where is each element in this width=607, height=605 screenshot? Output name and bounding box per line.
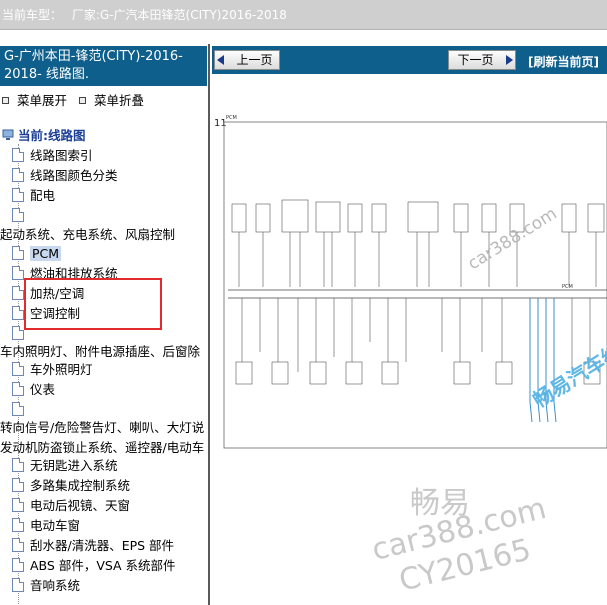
tree-item-13[interactable]: [12, 400, 30, 420]
tree-item-label-selected: PCM: [30, 246, 62, 261]
document-icon: [12, 326, 24, 340]
tree-item-label: 车外照明灯: [30, 362, 93, 377]
wiring-diagram: PCM PCM: [223, 115, 607, 449]
tree-folder-label: 车内照明灯、附件电源插座、后窗除: [0, 344, 201, 359]
left-pane: G-广州本田-锋范(CITY)-2016-2018- 线路图. 菜单展开 菜单折…: [0, 44, 210, 605]
tree-item-16[interactable]: 无钥匙进入系统: [12, 456, 118, 476]
menu-ops: 菜单展开 菜单折叠: [2, 90, 152, 109]
collapse-menu-button[interactable]: 菜单折叠: [79, 90, 144, 109]
expand-icon: [2, 97, 9, 104]
document-icon: [12, 306, 24, 320]
document-icon: [12, 578, 24, 592]
tree-item-1[interactable]: 线路图颜色分类: [12, 166, 118, 186]
tree-item-label: 音响系统: [30, 578, 81, 593]
prev-page-button[interactable]: 上一页: [214, 50, 280, 70]
tree-folder-10[interactable]: 车内照明灯、附件电源插座、后窗除: [0, 342, 200, 362]
tree-item-pcm[interactable]: PCM: [12, 244, 62, 264]
collapse-label: 菜单折叠: [94, 93, 145, 108]
model-value: 厂家:G-广汽本田锋范(CITY)2016-2018: [71, 8, 287, 22]
refresh-page-link[interactable]: [刷新当前页]: [528, 53, 599, 70]
document-icon: [12, 362, 24, 376]
tree-item-label: 仪表: [30, 382, 56, 397]
expand-label: 菜单展开: [17, 93, 68, 108]
tree-item-21[interactable]: ABS 部件，VSA 系统部件: [12, 556, 176, 576]
arrow-right-icon: [506, 55, 513, 65]
tree-item-3[interactable]: [12, 206, 30, 226]
document-icon: [12, 286, 24, 300]
expand-menu-button[interactable]: 菜单展开: [2, 90, 67, 109]
pcm-bus: PCM: [228, 284, 607, 299]
connector-group-bottom: [235, 361, 601, 385]
tree-item-label: 电动后视镜、天窗: [30, 498, 131, 513]
document-icon: [12, 246, 24, 260]
connector-group-top: [231, 199, 605, 233]
tree-folder-label: 发动机防盗锁止系统、遥控器/电动车: [0, 440, 205, 455]
tree-folder-14[interactable]: 转向信号/危险警告灯、喇叭、大灯说: [0, 418, 204, 438]
tree-item-22[interactable]: 音响系统: [12, 576, 80, 596]
document-icon: [12, 558, 24, 572]
arrow-left-icon: [217, 55, 224, 65]
right-pane: 上一页 下一页 [刷新当前页] 11 PCM PCM car388.com 畅易…: [212, 44, 607, 605]
tree-folder-15[interactable]: 发动机防盗锁止系统、遥控器/电动车: [0, 438, 204, 458]
tree-root-label: 当前:线路图: [18, 128, 86, 143]
document-icon: [12, 402, 24, 416]
tree-folder-label: 起动系统、充电系统、风扇控制: [0, 227, 176, 242]
document-icon: [12, 382, 24, 396]
prev-page-label: 上一页: [236, 53, 273, 67]
tree-root[interactable]: 当前:线路图: [2, 126, 86, 146]
tree-item-18[interactable]: 电动后视镜、天窗: [12, 496, 130, 516]
tree-item-label: 电动车窗: [30, 518, 81, 533]
diagram-frame: [223, 121, 607, 449]
next-page-label: 下一页: [457, 53, 494, 67]
tree-item-label: ABS 部件，VSA 系统部件: [30, 558, 176, 573]
highlight-box: [24, 278, 162, 330]
left-pane-title: G-广州本田-锋范(CITY)-2016-2018- 线路图.: [0, 46, 207, 86]
tree-folder-label: 转向信号/危险警告灯、喇叭、大灯说: [0, 420, 205, 435]
document-icon: [12, 168, 24, 182]
tree-item-label: 配电: [30, 188, 56, 203]
tree-item-12[interactable]: 仪表: [12, 380, 55, 400]
tree-item-2[interactable]: 配电: [12, 186, 55, 206]
document-icon: [12, 478, 24, 492]
tree-item-label: 无钥匙进入系统: [30, 458, 118, 473]
document-icon: [12, 498, 24, 512]
document-icon: [12, 148, 24, 162]
model-label-row: 当前车型： 厂家:G-广汽本田锋范(CITY)2016-2018: [2, 6, 293, 23]
tree-item-20[interactable]: 刮水器/清洗器、EPS 部件: [12, 536, 174, 556]
tree-item-label: 线路图索引: [30, 148, 93, 163]
tree-item-label: 线路图颜色分类: [30, 168, 118, 183]
tree-item-11[interactable]: 车外照明灯: [12, 360, 93, 380]
document-icon: [12, 538, 24, 552]
wires-vertical: [238, 232, 597, 287]
document-icon: [12, 208, 24, 222]
document-icon: [12, 266, 24, 280]
model-bar: 当前车型： 厂家:G-广汽本田锋范(CITY)2016-2018: [0, 0, 607, 30]
page-nav-bar: 上一页 下一页 [刷新当前页]: [212, 46, 607, 74]
tree-item-0[interactable]: 线路图索引: [12, 146, 93, 166]
document-icon: [12, 188, 24, 202]
next-page-button[interactable]: 下一页: [448, 50, 516, 70]
document-icon: [12, 458, 24, 472]
tree-item-label: 刮水器/清洗器、EPS 部件: [30, 538, 175, 553]
tree-item-19[interactable]: 电动车窗: [12, 516, 80, 536]
pcm-bus-label: PCM: [562, 284, 573, 290]
model-label: 当前车型：: [2, 8, 63, 22]
tree-item-label: 多路集成控制系统: [30, 478, 131, 493]
document-icon: [12, 518, 24, 532]
collapse-icon: [79, 97, 86, 104]
tree-item-17[interactable]: 多路集成控制系统: [12, 476, 130, 496]
tree-folder-4[interactable]: 起动系统、充电系统、风扇控制: [0, 225, 175, 245]
wires-highlighted: [529, 298, 557, 423]
computer-icon: [2, 127, 14, 140]
diagram-title: PCM: [226, 115, 237, 121]
